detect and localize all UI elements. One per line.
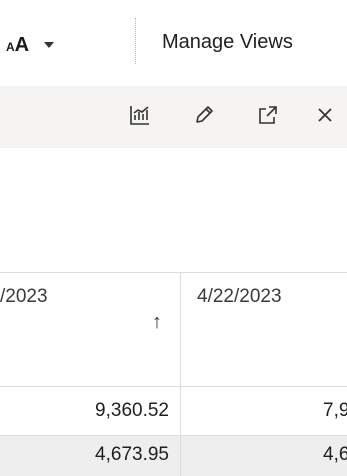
table-cell-value: 4,6 xyxy=(323,444,347,465)
panel-header xyxy=(0,86,347,148)
font-size-button[interactable]: AA xyxy=(6,28,126,62)
table-cell: 7,9 xyxy=(180,387,347,435)
toolbar: AA Manage Views xyxy=(0,0,347,87)
chart-toggle-icon[interactable] xyxy=(127,102,153,128)
expand-icon[interactable] xyxy=(255,102,281,128)
manage-views-button[interactable]: Manage Views xyxy=(162,31,293,54)
chevron-down-icon xyxy=(44,42,55,48)
table-cell-value: 7,9 xyxy=(323,400,347,421)
close-icon[interactable] xyxy=(312,102,338,128)
table-row: 4,673.95 4,6 xyxy=(0,435,347,476)
table-cell: 4,673.95 xyxy=(95,444,169,465)
table-cell: 9,360.52 xyxy=(95,400,169,421)
column-header-label: /2023 xyxy=(0,286,48,307)
column-header-label: 4/22/2023 xyxy=(197,286,282,307)
column-header[interactable]: 4/22/2023 xyxy=(180,272,347,387)
column-header[interactable]: /2023 ↑ xyxy=(0,272,180,387)
table-cell: 4,6 xyxy=(180,436,347,476)
table-row: 9,360.52 7,9 xyxy=(0,387,347,435)
sort-ascending-icon[interactable]: ↑ xyxy=(152,311,162,334)
font-size-icon: AA xyxy=(6,33,29,56)
toolbar-divider xyxy=(135,18,136,64)
pencil-icon[interactable] xyxy=(191,102,217,128)
